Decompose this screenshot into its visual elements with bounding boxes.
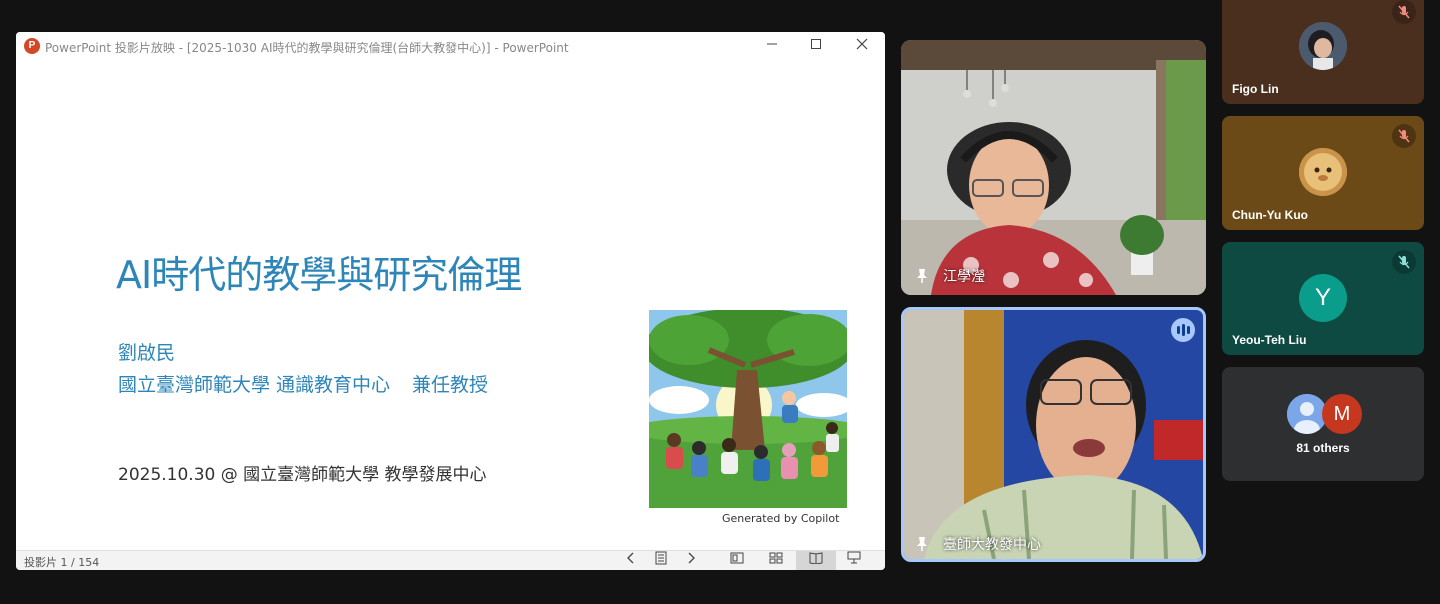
microphone-muted-icon bbox=[1392, 250, 1416, 274]
avatar bbox=[1299, 22, 1347, 70]
participant-name: Figo Lin bbox=[1232, 82, 1279, 96]
participant-video bbox=[904, 310, 1203, 559]
status-bar: 投影片 1 / 154 bbox=[16, 550, 885, 570]
slide-counter: 投影片 1 / 154 bbox=[24, 556, 100, 569]
slide-menu-icon[interactable] bbox=[648, 551, 674, 570]
avatar-initial: M bbox=[1322, 394, 1362, 434]
slide-show-icon[interactable] bbox=[841, 551, 867, 570]
powerpoint-logo-icon: P bbox=[24, 38, 40, 54]
title-bar: P PowerPoint 投影片放映 - [2025-1030 AI時代的教學與… bbox=[16, 32, 885, 60]
participant-tile-chun-yu-kuo[interactable]: Chun-Yu Kuo bbox=[1222, 116, 1424, 230]
participant-tile-figo-lin[interactable]: Figo Lin bbox=[1222, 0, 1424, 104]
reading-view-icon[interactable] bbox=[796, 551, 836, 570]
maximize-icon[interactable] bbox=[796, 32, 836, 60]
microphone-muted-icon bbox=[1392, 0, 1416, 24]
previous-slide-icon[interactable] bbox=[618, 551, 644, 570]
speaking-indicator-icon bbox=[1171, 318, 1195, 342]
powerpoint-window[interactable]: P PowerPoint 投影片放映 - [2025-1030 AI時代的教學與… bbox=[16, 32, 885, 570]
close-icon[interactable] bbox=[842, 32, 882, 60]
avatar-initial: Y bbox=[1299, 274, 1347, 322]
participant-video bbox=[901, 40, 1206, 295]
slide-illustration bbox=[649, 310, 847, 508]
affiliation-text: 國立臺灣師範大學 通識教育中心 bbox=[118, 374, 391, 396]
minimize-icon[interactable] bbox=[752, 32, 792, 60]
microphone-muted-icon bbox=[1392, 124, 1416, 148]
image-credit: Generated by Copilot bbox=[722, 512, 840, 525]
pin-icon[interactable] bbox=[915, 536, 929, 552]
window-title: PowerPoint 投影片放映 - [2025-1030 AI時代的教學與研究… bbox=[45, 41, 569, 55]
next-slide-icon[interactable] bbox=[678, 551, 704, 570]
author-name: 劉啟民 bbox=[118, 342, 176, 364]
author-affiliation: 國立臺灣師範大學 通識教育中心 兼任教授 bbox=[118, 370, 488, 397]
participant-name: Chun-Yu Kuo bbox=[1232, 208, 1308, 222]
presentation-date: 2025.10.30 @ 國立臺灣師範大學 教學發展中心 bbox=[118, 465, 487, 485]
slide-canvas[interactable]: AI時代的教學與研究倫理 劉啟民 國立臺灣師範大學 通識教育中心 兼任教授 202… bbox=[16, 60, 885, 550]
participant-name: 江學瀅 bbox=[943, 269, 985, 285]
normal-view-icon[interactable] bbox=[724, 551, 750, 570]
pin-icon[interactable] bbox=[915, 268, 929, 284]
avatar bbox=[1299, 148, 1347, 196]
generic-user-avatar-icon bbox=[1287, 394, 1327, 434]
others-count: 81 others bbox=[1296, 441, 1350, 455]
participant-name: Yeou-Teh Liu bbox=[1232, 333, 1307, 347]
participant-tile-yeou-teh-liu[interactable]: Y Yeou-Teh Liu bbox=[1222, 242, 1424, 355]
slide-title: AI時代的教學與研究倫理 bbox=[116, 253, 522, 297]
participant-name: 臺師大教發中心 bbox=[943, 537, 1041, 553]
active-speaker-tile[interactable]: 臺師大教發中心 bbox=[901, 307, 1206, 562]
others-participants-tile[interactable]: M 81 others bbox=[1222, 367, 1424, 481]
position-text: 兼任教授 bbox=[412, 374, 489, 396]
slide-sorter-icon[interactable] bbox=[763, 551, 789, 570]
participant-video-tile[interactable]: 江學瀅 bbox=[901, 40, 1206, 295]
